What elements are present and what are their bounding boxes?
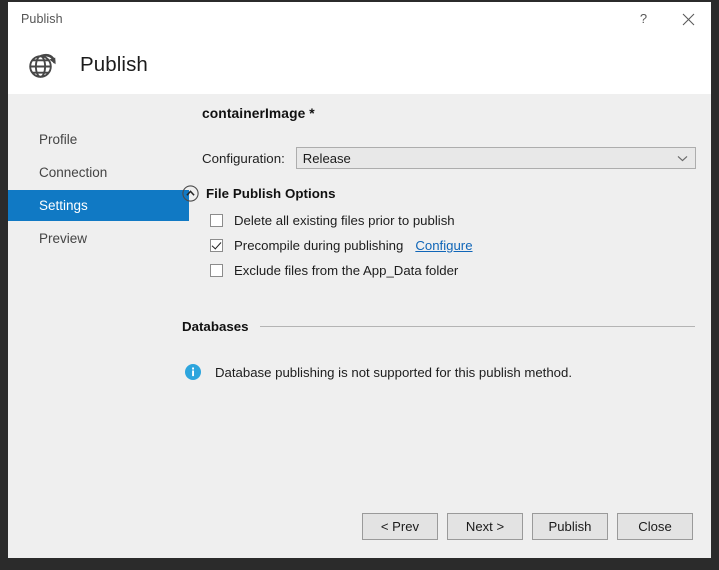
sidebar-item-label: Profile: [39, 132, 78, 147]
publish-button[interactable]: Publish: [532, 512, 608, 540]
checkbox[interactable]: [210, 214, 223, 227]
option-exclude-app-data[interactable]: Exclude files from the App_Data folder: [210, 259, 701, 282]
close-icon[interactable]: [666, 2, 711, 36]
configuration-row: Configuration: Release: [202, 147, 701, 169]
option-delete-existing-files[interactable]: Delete all existing files prior to publi…: [210, 209, 701, 232]
databases-info-row: Database publishing is not supported for…: [185, 364, 701, 380]
publish-dialog-window: Publish ? Publish Profile Connection Set…: [8, 2, 711, 558]
info-circle-icon: [185, 364, 201, 380]
prev-button[interactable]: < Prev: [362, 512, 438, 540]
settings-panel: containerImage * Configuration: Release: [168, 94, 711, 494]
checkbox-label: Delete all existing files prior to publi…: [234, 213, 455, 228]
wizard-sidebar: Profile Connection Settings Preview: [8, 94, 189, 494]
checkbox[interactable]: [210, 264, 223, 277]
databases-section-header: Databases: [182, 319, 701, 334]
section-divider: [259, 326, 695, 327]
help-icon[interactable]: ?: [621, 2, 666, 36]
file-publish-options-header[interactable]: File Publish Options: [182, 185, 701, 202]
sidebar-item-label: Settings: [39, 198, 88, 213]
profile-name-heading: containerImage *: [202, 106, 315, 121]
file-publish-options-title: File Publish Options: [206, 186, 336, 201]
databases-title: Databases: [182, 319, 249, 334]
sidebar-item-label: Connection: [39, 165, 108, 180]
page-title: Publish: [80, 53, 148, 76]
sidebar-item-preview[interactable]: Preview: [8, 223, 168, 254]
dialog-header: Publish: [8, 36, 711, 94]
sidebar-item-label: Preview: [39, 231, 88, 246]
databases-info-text: Database publishing is not supported for…: [215, 364, 573, 380]
checkbox[interactable]: [210, 239, 223, 252]
configuration-select[interactable]: Release: [295, 147, 696, 169]
title-bar: Publish ?: [8, 2, 711, 36]
dialog-footer: < Prev Next > Publish Close: [8, 494, 711, 558]
option-precompile-during-publishing[interactable]: Precompile during publishing Configure: [210, 234, 701, 257]
chevron-down-icon: [677, 149, 688, 167]
svg-text:?: ?: [640, 12, 647, 26]
close-button[interactable]: Close: [617, 512, 693, 540]
chevron-up-circle-icon[interactable]: [182, 185, 199, 202]
window-title: Publish: [21, 12, 63, 26]
sidebar-item-connection[interactable]: Connection: [8, 157, 168, 188]
dialog-body: Profile Connection Settings Preview cont…: [8, 94, 711, 494]
file-publish-options-list: Delete all existing files prior to publi…: [210, 209, 701, 282]
configuration-label: Configuration:: [202, 150, 285, 166]
globe-publish-icon: [23, 46, 61, 84]
configure-link[interactable]: Configure: [415, 238, 472, 253]
window-controls: ?: [621, 2, 711, 36]
checkbox-label: Precompile during publishing: [234, 238, 404, 253]
checkbox-label: Exclude files from the App_Data folder: [234, 263, 459, 278]
sidebar-item-profile[interactable]: Profile: [8, 124, 168, 155]
configuration-value: Release: [302, 150, 351, 166]
next-button[interactable]: Next >: [447, 512, 523, 540]
sidebar-item-settings[interactable]: Settings: [8, 190, 189, 221]
